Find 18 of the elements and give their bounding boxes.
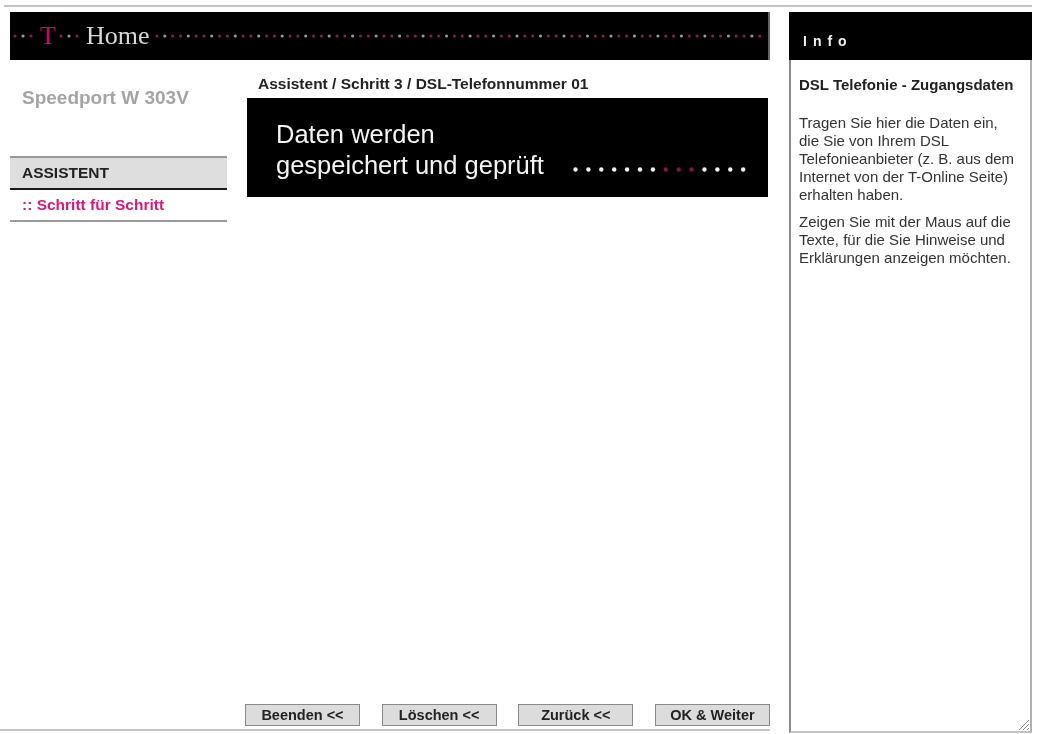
brand-name: Home	[85, 21, 150, 51]
status-text: Daten werden	[276, 118, 435, 149]
section-header: ASSISTENT	[10, 156, 227, 190]
info-paragraph: Tragen Sie hier die Daten ein, die Sie von Ihrem DSL Telefonieanbieter (z. B. aus dem Internet von der T-Online Seite) erhalten haben.	[799, 114, 1016, 204]
action-button[interactable]: Beenden <<	[245, 704, 360, 726]
action-button[interactable]: Zurück <<	[518, 704, 634, 726]
resize-grip-icon[interactable]	[1019, 720, 1029, 730]
info-paragraph: Zeigen Sie mit der Maus auf die Texte, für die Sie Hinweise und Erklärungen anzeigen möchten.	[799, 213, 1012, 267]
action-button[interactable]: OK & Weiter	[654, 704, 770, 726]
breadcrumb: Assistent / Schritt 3 / DSL-Telefonnummer 01	[258, 75, 589, 93]
progress-dots-icon	[572, 167, 746, 172]
device-name: Speedport W 303V	[22, 87, 189, 109]
status-text: gespeichert und geprüft	[276, 149, 544, 180]
info-heading: DSL Telefonie - Zugangsdaten	[799, 76, 1015, 94]
action-button[interactable]: Löschen <<	[381, 704, 497, 726]
nav-link[interactable]: :: Schritt für Schritt	[10, 195, 165, 215]
info-title: Info	[803, 32, 853, 50]
logo-letter: T	[40, 21, 56, 51]
